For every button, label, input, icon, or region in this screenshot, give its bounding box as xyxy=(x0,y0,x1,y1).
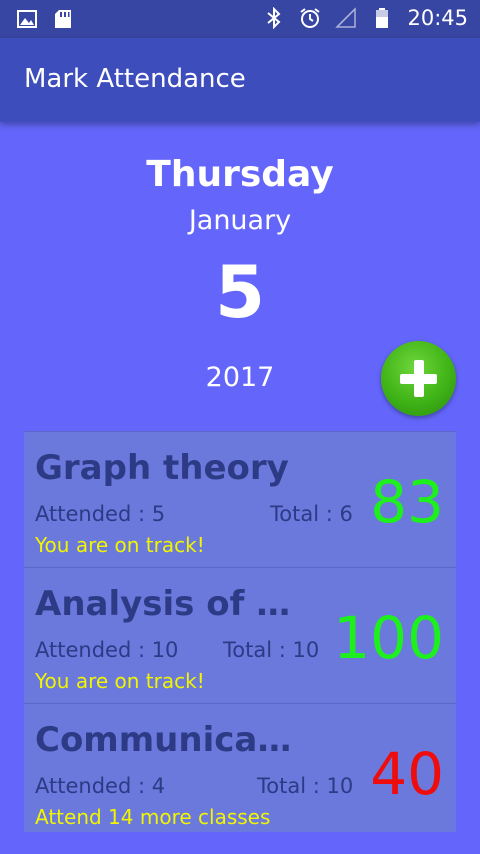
attendance-percentage: 83 xyxy=(370,468,444,536)
alarm-clock-icon xyxy=(300,8,321,28)
attended-count: Attended : 4 xyxy=(35,774,166,798)
bluetooth-icon xyxy=(267,7,281,29)
subject-card[interactable]: Communication Attended : 4 Total : 10 At… xyxy=(24,703,456,832)
attended-count: Attended : 10 xyxy=(35,638,179,662)
attendance-percentage: 100 xyxy=(333,604,444,672)
weekday-label: Thursday xyxy=(146,154,334,195)
day-label: 5 xyxy=(214,250,266,334)
status-message: You are on track! xyxy=(35,669,205,693)
add-subject-button[interactable] xyxy=(381,341,456,416)
total-count: Total : 6 xyxy=(270,502,353,526)
subject-name: Analysis of Al… xyxy=(35,584,305,624)
attended-count: Attended : 5 xyxy=(35,502,166,526)
battery-icon xyxy=(376,8,389,28)
image-notification-icon xyxy=(17,10,37,28)
total-count: Total : 10 xyxy=(223,638,320,662)
status-message: You are on track! xyxy=(35,533,205,557)
total-count: Total : 10 xyxy=(257,774,354,798)
signal-icon xyxy=(335,7,357,28)
app-toolbar: Mark Attendance xyxy=(0,38,480,122)
status-message: Attend 14 more classes xyxy=(35,805,271,829)
subject-card[interactable]: Analysis of Al… Attended : 10 Total : 10… xyxy=(24,567,456,703)
status-bar: 20:45 xyxy=(0,0,480,38)
subject-name: Communication xyxy=(35,720,305,760)
subject-list: Graph theory Attended : 5 Total : 6 You … xyxy=(24,431,456,832)
subject-card[interactable]: Graph theory Attended : 5 Total : 6 You … xyxy=(24,431,456,567)
status-time: 20:45 xyxy=(407,6,468,30)
subject-name: Graph theory xyxy=(35,448,289,488)
sd-card-icon xyxy=(55,10,71,28)
attendance-percentage: 40 xyxy=(370,740,444,808)
month-label: January xyxy=(188,205,292,236)
toolbar-title: Mark Attendance xyxy=(24,64,246,94)
